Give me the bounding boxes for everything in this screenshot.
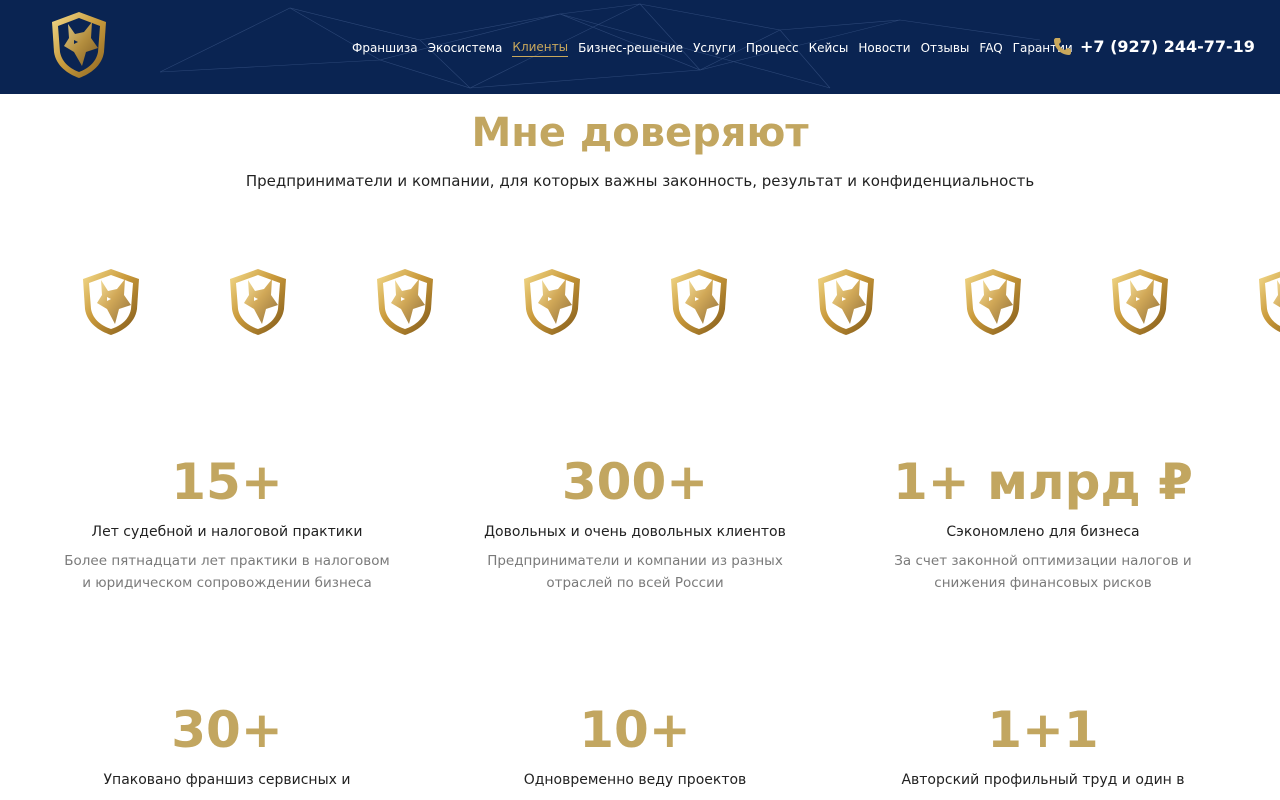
- stat-label: Сэкономлено для бизнеса: [946, 524, 1140, 540]
- stat-description: За счет законной оптимизации налогов и с…: [843, 550, 1243, 594]
- nav-item[interactable]: Бизнес-решение: [578, 41, 683, 57]
- phone-icon: [1054, 38, 1071, 55]
- wolf-shield-logo[interactable]: [48, 10, 110, 80]
- stat-description-line: За счет законной оптимизации налогов и: [894, 553, 1192, 569]
- stat-description-line: отраслей по всей России: [546, 575, 724, 591]
- nav-item[interactable]: Услуги: [693, 41, 736, 57]
- stat-value: 1+ млрд ₽: [893, 453, 1193, 511]
- stat-description-line: снижения финансовых рисков: [934, 575, 1152, 591]
- stat-value: 300+: [561, 453, 709, 511]
- stat-card: 30+ Упаковано франшиз сервисных и: [27, 700, 427, 790]
- stat-value: 10+: [579, 701, 691, 759]
- phone-contact[interactable]: +7 (927) 244-77-19: [1052, 36, 1255, 56]
- stat-card: 300+ Довольных и очень довольных клиенто…: [435, 452, 835, 594]
- stat-value: 15+: [171, 453, 283, 511]
- client-logo-icon: [80, 266, 142, 338]
- nav-item[interactable]: FAQ: [979, 41, 1002, 57]
- stat-card: 10+ Одновременно веду проектов: [435, 700, 835, 790]
- nav-item[interactable]: Новости: [858, 41, 910, 57]
- stat-label: Упаковано франшиз сервисных и: [103, 772, 351, 788]
- client-logo-icon: [1256, 266, 1280, 338]
- section-title: Мне доверяют: [471, 110, 809, 156]
- stat-description-line: и юридическом сопровождении бизнеса: [82, 575, 372, 591]
- stat-card: 1+ млрд ₽ Сэкономлено для бизнеса За сче…: [843, 452, 1243, 594]
- nav-item[interactable]: Экосистема: [428, 41, 503, 57]
- stat-description-line: Более пятнадцати лет практики в налогово…: [64, 553, 390, 569]
- site-header: Франшиза Экосистема Клиенты Бизнес-решение У…: [0, 0, 1280, 94]
- nav-item[interactable]: Отзывы: [921, 41, 970, 57]
- stat-card: 15+ Лет судебной и налоговой практики Бо…: [27, 452, 427, 594]
- nav-item[interactable]: Процесс: [746, 41, 799, 57]
- stat-label: Авторский профильный труд и один в: [901, 772, 1185, 788]
- client-logo-icon: [1109, 266, 1171, 338]
- nav-item[interactable]: Франшиза: [352, 41, 418, 57]
- client-logo-icon: [227, 266, 289, 338]
- section-subtitle: Предприниматели и компании, для которых …: [245, 172, 1035, 190]
- stat-description-line: Предприниматели и компании из разных: [487, 553, 783, 569]
- client-logo-icon: [521, 266, 583, 338]
- stat-description: Предприниматели и компании из разных отр…: [435, 550, 835, 594]
- stat-description: Более пятнадцати лет практики в налогово…: [27, 550, 427, 594]
- client-logos-carousel: [0, 266, 1280, 342]
- stat-value: 30+: [171, 701, 283, 759]
- stat-value: 1+1: [987, 701, 1099, 759]
- nav-item[interactable]: Клиенты: [512, 40, 569, 57]
- client-logo-icon: [668, 266, 730, 338]
- client-logo-icon: [374, 266, 436, 338]
- stat-label: Лет судебной и налоговой практики: [91, 524, 363, 540]
- phone-number[interactable]: +7 (927) 244-77-19: [1080, 37, 1255, 56]
- stat-card: 1+1 Авторский профильный труд и один в: [843, 700, 1243, 790]
- client-logo-icon: [815, 266, 877, 338]
- stat-label: Одновременно веду проектов: [523, 772, 747, 788]
- main-nav: Франшиза Экосистема Клиенты Бизнес-решение У…: [352, 40, 1083, 57]
- client-logo-icon: [962, 266, 1024, 338]
- stat-label: Довольных и очень довольных клиентов: [484, 524, 786, 540]
- nav-item[interactable]: Кейсы: [809, 41, 849, 57]
